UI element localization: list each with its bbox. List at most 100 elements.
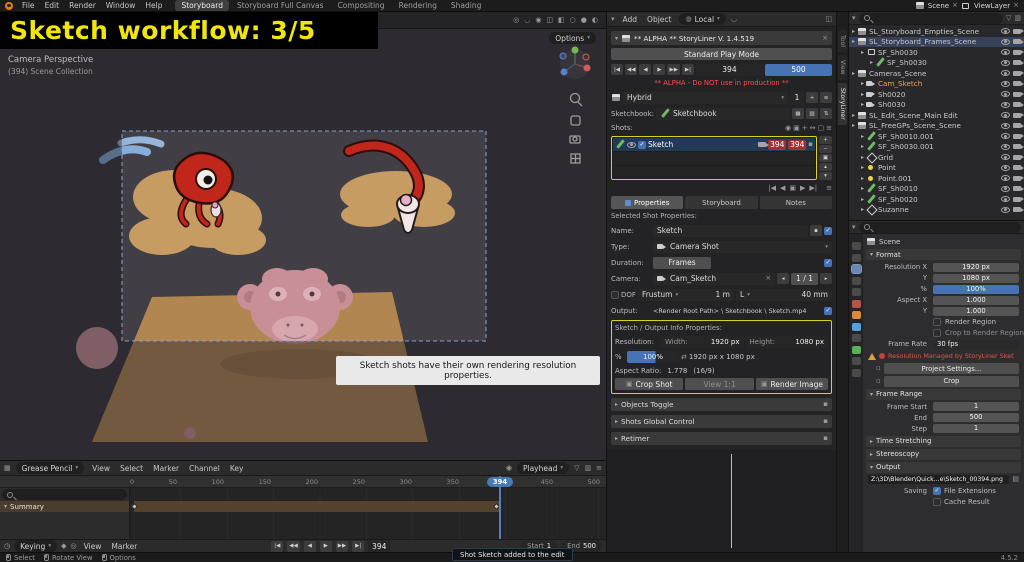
empty-shot-slot[interactable] [613,166,815,179]
properties-tab-modifiers[interactable] [852,323,861,331]
properties-search-input[interactable] [859,222,1021,233]
sidebar-tab[interactable]: StoryLiner [838,83,847,125]
hide-in-viewport-icon[interactable] [1001,133,1010,139]
properties-tab-tool[interactable] [852,242,861,250]
menu-item[interactable]: Edit [42,1,63,10]
frame-range-panel-header[interactable]: ▾Frame Range [866,389,1021,400]
dope-sheet-mode-dropdown[interactable]: Grease Pencil▾ [16,462,85,474]
disable-in-render-icon[interactable] [1013,71,1021,76]
keying-set-icon[interactable]: ◆ [61,543,66,550]
menu-item[interactable]: Select [117,464,146,473]
move-shot-up-button[interactable]: ▴ [819,163,832,171]
next-camera-button[interactable]: ▸ [820,273,832,284]
view-1-1-button[interactable]: View 1:1 [685,378,753,390]
hide-in-viewport-icon[interactable] [1001,39,1010,45]
prev-keyframe-button[interactable]: ◀◀ [287,541,299,552]
editor-menu-icon[interactable]: ≡ [596,465,602,472]
tab-properties[interactable]: Properties [611,196,683,209]
hide-in-viewport-icon[interactable] [1001,112,1010,118]
render-region-checkbox[interactable] [933,318,941,326]
outliner-row[interactable]: ▸ SL_Storyboard_Frames_Scene [849,37,1024,48]
menu-item[interactable]: Channel [186,464,223,473]
crop-shot-button[interactable]: ▣ Crop Shot [615,378,683,390]
keying-popover[interactable]: Keying▾ [14,540,57,552]
play-button[interactable]: ▶ [653,64,665,75]
jump-to-start-button[interactable]: |◀ [271,541,283,552]
viewlayer-unlink-icon[interactable]: × [1013,2,1019,9]
disable-in-render-icon[interactable] [1013,155,1021,160]
shot-end-field[interactable]: 394 [788,140,806,150]
breadcrumb-label[interactable]: Scene [879,238,900,246]
expand-icon[interactable]: ▸ [861,101,864,108]
camera-count-button[interactable]: 1 / 1 [791,273,818,285]
shot-grid-icon[interactable]: ▣ [793,125,800,132]
snap-magnet-icon[interactable]: ◡ [731,16,737,23]
property-field[interactable]: 1080 px [933,274,1019,283]
disable-in-render-icon[interactable] [1013,197,1021,202]
outliner-row[interactable]: ▸ SF_Sh0030 [849,58,1024,69]
crop-button[interactable]: Crop [884,376,1019,387]
editor-type-icon[interactable]: ▾ [611,16,615,23]
property-field[interactable]: 500 [933,413,1019,422]
hide-in-viewport-icon[interactable] [1001,123,1010,129]
tab-storyboard[interactable]: Storyboard [685,196,757,209]
property-field[interactable]: 100% [933,285,1019,294]
disable-in-render-icon[interactable] [1013,176,1021,181]
shot-range-icon[interactable]: ↔ [810,125,816,132]
display-mode-icon[interactable]: ▾ [852,15,856,22]
outliner-row[interactable]: ▸ Sh0020 [849,89,1024,100]
shot-add-icon[interactable]: + [802,125,808,132]
menu-item[interactable]: Help [142,1,165,10]
keyframe-area[interactable] [130,488,606,539]
sidebar-tab[interactable]: View [838,55,847,80]
property-field[interactable]: 1 [933,402,1019,411]
jump-to-end-button[interactable]: ▶| [352,541,364,552]
panel-section-header[interactable]: ▸Shots Global Control ▪ [611,415,832,428]
properties-tab-output[interactable] [852,265,861,273]
add-shot-button[interactable]: + [819,136,832,144]
menu-item[interactable]: View [81,542,105,551]
hide-in-viewport-icon[interactable] [1001,70,1010,76]
folder-icon[interactable]: ▤ [1012,476,1019,483]
hide-in-viewport-icon[interactable] [1001,186,1010,192]
duplicate-shot-button[interactable]: ▣ [819,154,832,162]
auto-key-icon[interactable]: ◎ [70,543,76,550]
disable-in-render-icon[interactable] [1013,81,1021,86]
shading-solid-icon[interactable]: ● [581,17,587,24]
lens-dropdown[interactable]: L▾ 40 mm [736,289,832,301]
expand-icon[interactable]: ▸ [852,38,855,45]
outliner-row[interactable]: ▸ SF_Sh0010.001 [849,131,1024,142]
property-field[interactable]: 1920 px [933,263,1019,272]
summary-channel[interactable]: ▾Summary [0,501,129,512]
notification-toast[interactable]: Shot Sketch added to the edit [452,548,573,561]
workspace-tab[interactable]: Storyboard [175,0,228,11]
shading-wireframe-icon[interactable]: ○ [570,17,576,24]
eye-icon[interactable] [627,142,636,148]
disable-in-render-icon[interactable] [1013,134,1021,139]
disable-in-render-icon[interactable] [1013,186,1021,191]
range-end-field[interactable]: 500 [765,64,832,76]
prev-keyframe-button[interactable]: ◀◀ [625,64,637,75]
hide-in-viewport-icon[interactable] [1001,91,1010,97]
hide-in-viewport-icon[interactable] [1001,196,1010,202]
disable-in-render-icon[interactable] [1013,39,1021,44]
stereoscopy-panel-header[interactable]: ▸Stereoscopy [866,449,1021,460]
shot-row[interactable]: Sketch 394 394 ▪ [613,138,815,151]
shot-frame-icon[interactable]: ▢ [818,125,825,132]
outliner-row[interactable]: ▸ Sh0030 [849,100,1024,111]
snap-playhead-icon[interactable]: ◉ [506,465,512,472]
empty-shot-slot[interactable] [613,152,815,165]
camera-dropdown[interactable]: Cam_Sketch × [653,273,775,285]
panel-section-header[interactable]: ▸Retimer ▪ [611,432,832,445]
outliner-row[interactable]: ▸ Cameras_Scene [849,68,1024,79]
options-dropdown[interactable]: Options▾ [549,32,596,44]
pin-icon[interactable]: ▪ [823,418,828,425]
output-panel-header[interactable]: ▾Output [866,462,1021,473]
menu-item[interactable]: Key [227,464,247,473]
jump-to-start-button[interactable]: |◀ [611,64,623,75]
clear-camera-icon[interactable]: × [765,275,771,282]
properties-tab-material[interactable] [852,369,861,377]
properties-tab-world[interactable] [852,300,861,308]
hide-in-viewport-icon[interactable] [1001,175,1010,181]
disable-in-render-icon[interactable] [1013,144,1021,149]
